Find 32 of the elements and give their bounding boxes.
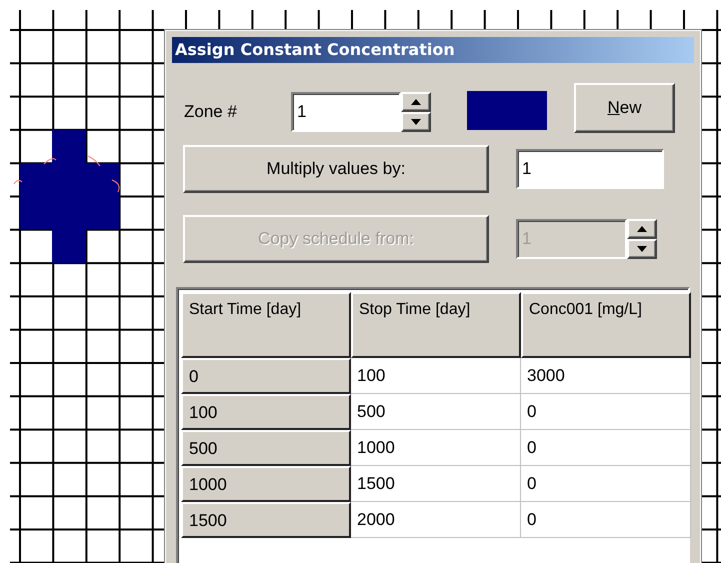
table-cell: 100 (351, 358, 521, 394)
column-header[interactable]: Stop Time [day] (351, 292, 521, 358)
spin-up-button[interactable] (401, 92, 431, 112)
table-cell: 0 (521, 394, 691, 430)
spin-down-button[interactable] (627, 239, 657, 259)
row-header[interactable]: 500 (181, 430, 351, 466)
column-header[interactable]: Conc001 [mg/L] (521, 292, 691, 358)
down-arrow-icon (411, 119, 421, 125)
column-header[interactable]: Start Time [day] (181, 292, 351, 358)
row-header[interactable]: 100 (181, 394, 351, 430)
table-cell: 2000 (351, 502, 521, 538)
table-cell: 1500 (351, 466, 521, 502)
multiply-button[interactable]: Multiply values by: (183, 145, 489, 193)
table-cell: 3000 (521, 358, 691, 394)
table-cell: 1000 (351, 430, 521, 466)
row-header[interactable]: 1500 (181, 502, 351, 538)
zone-label: Zone # (184, 101, 238, 124)
table-cell: 0 (521, 502, 691, 538)
new-button[interactable]: New (574, 83, 675, 133)
multiply-field[interactable]: 1 (516, 149, 664, 189)
up-arrow-icon (411, 99, 421, 105)
table-cell: 0 (521, 466, 691, 502)
spin-down-button[interactable] (401, 112, 431, 132)
down-arrow-icon (637, 246, 647, 252)
up-arrow-icon (637, 226, 647, 232)
window-title: Assign Constant Concentration (172, 37, 694, 63)
table-cell: 0 (521, 430, 691, 466)
zone-field[interactable]: 1 (291, 92, 401, 132)
spin-up-button[interactable] (627, 219, 657, 239)
row-header[interactable]: 0 (181, 358, 351, 394)
table-cell: 500 (351, 394, 521, 430)
row-header[interactable]: 1000 (181, 466, 351, 502)
